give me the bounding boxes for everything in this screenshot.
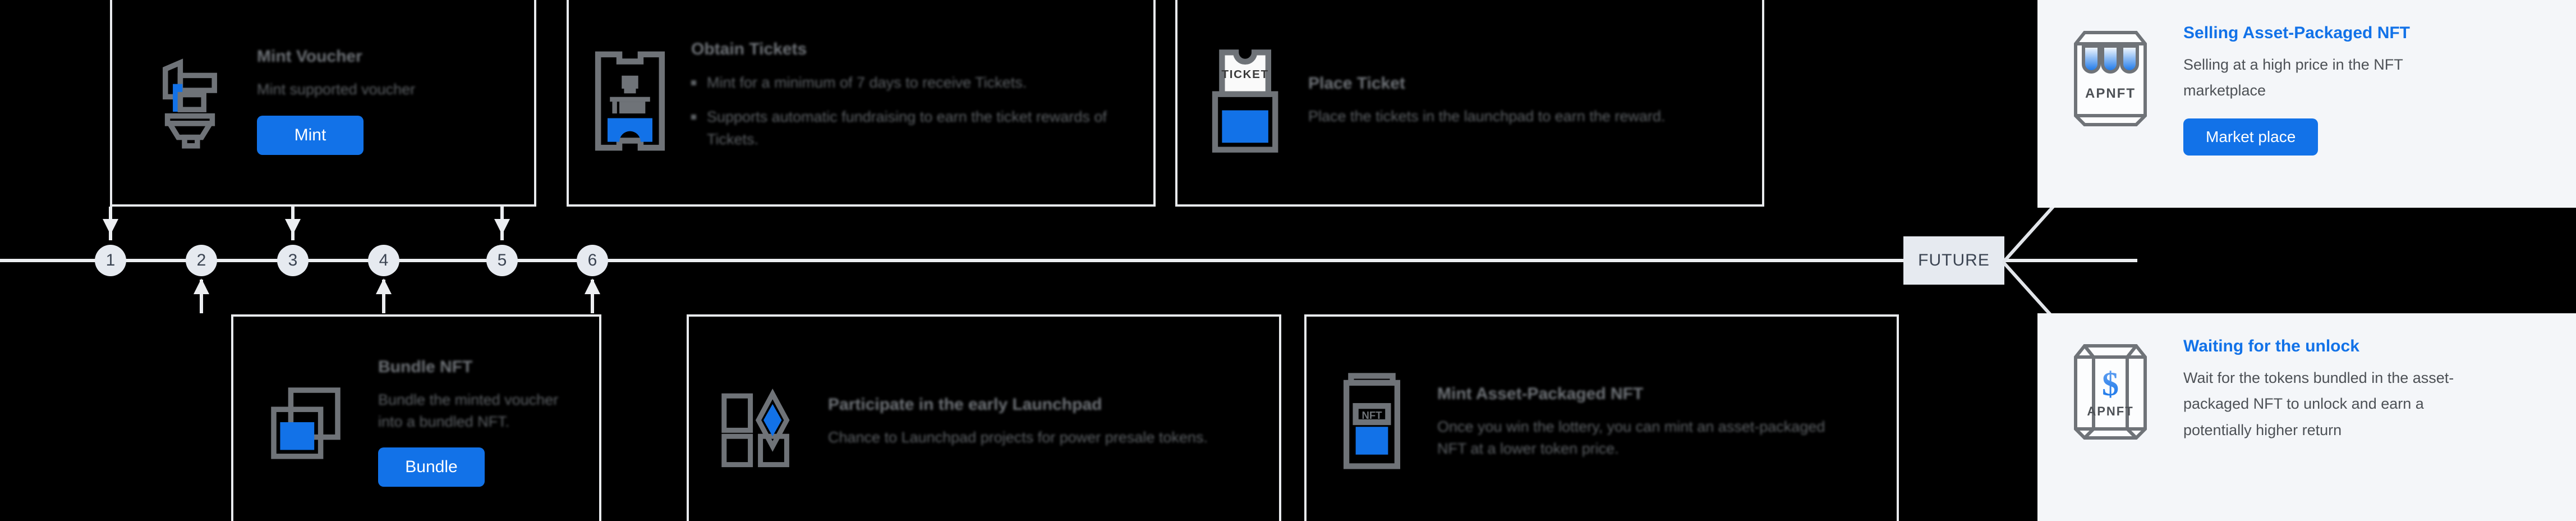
apnft-dollar-box-icon: $ APNFT bbox=[2060, 332, 2161, 445]
timeline-node-label: 4 bbox=[379, 251, 389, 269]
svg-text:APNFT: APNFT bbox=[2085, 86, 2136, 101]
panel-waiting-unlock: $ APNFT Waiting for the unlock Wait for … bbox=[2037, 313, 2576, 521]
card-description: Once you win the lottery, you can mint a… bbox=[1437, 418, 1825, 457]
card-title: Obtain Tickets bbox=[691, 40, 807, 59]
timeline-node-label: 3 bbox=[288, 251, 298, 269]
panel-description: Wait for the tokens bundled in the asset… bbox=[2183, 369, 2454, 438]
bundle-layers-icon bbox=[252, 369, 359, 476]
timeline-node-label: 2 bbox=[196, 251, 206, 269]
step-card-mint-apnft[interactable]: NFT Mint Asset-Packaged NFT Once you win… bbox=[1304, 314, 1899, 521]
card-title: Bundle NFT bbox=[378, 357, 473, 376]
stem-node-6 bbox=[591, 280, 594, 313]
roadmap-diagram: 1 2 3 4 5 6 FUTURE Mint Voucher Mint sup bbox=[0, 0, 2576, 521]
card-bullet-list: Mint for a minimum of 7 days to receive … bbox=[691, 71, 1134, 162]
card-title: Mint Voucher bbox=[257, 47, 362, 66]
panel-selling-apnft: APNFT Selling Asset-Packaged NFT Selling… bbox=[2037, 0, 2576, 208]
panel-body: Selling Asset-Packaged NFT Selling at a … bbox=[2183, 19, 2481, 156]
ticket-stub-icon: TICKET bbox=[1197, 45, 1289, 157]
card-body: Participate in the early Launchpad Chanc… bbox=[828, 395, 1208, 449]
card-body: Obtain Tickets Mint for a minimum of 7 d… bbox=[691, 40, 1134, 162]
card-bullet-item: Supports automatic fundraising to earn t… bbox=[691, 106, 1134, 151]
card-description: Bundle the minted voucher into a bundled… bbox=[378, 391, 559, 430]
timeline-node-5[interactable]: 5 bbox=[486, 245, 518, 276]
future-chip-label: FUTURE bbox=[1918, 251, 1990, 269]
svg-text:$: $ bbox=[2102, 365, 2119, 403]
card-title: Place Ticket bbox=[1308, 74, 1405, 93]
market-place-button[interactable]: Market place bbox=[2183, 118, 2319, 156]
mint-apnft-icon: NFT bbox=[1326, 366, 1418, 478]
step-card-mint-voucher[interactable]: Mint Voucher Mint supported voucher Mint bbox=[110, 0, 536, 207]
stem-node-5 bbox=[500, 207, 504, 240]
timeline-node-label: 1 bbox=[105, 251, 116, 269]
apnft-open-box-icon: APNFT bbox=[2060, 19, 2161, 131]
mint-hammer-icon bbox=[131, 48, 238, 154]
timeline-node-4[interactable]: 4 bbox=[368, 245, 399, 276]
svg-text:APNFT: APNFT bbox=[2087, 404, 2133, 418]
stem-node-1 bbox=[109, 207, 112, 240]
card-body: Bundle NFT Bundle the minted voucher int… bbox=[378, 358, 580, 487]
timeline-axis bbox=[0, 259, 2137, 262]
timeline-node-3[interactable]: 3 bbox=[277, 245, 309, 276]
step-card-early-launchpad[interactable]: Participate in the early Launchpad Chanc… bbox=[687, 314, 1281, 521]
future-chip[interactable]: FUTURE bbox=[1903, 236, 2004, 285]
card-description: Chance to Launchpad projects for power p… bbox=[828, 429, 1208, 446]
card-body: Mint Asset-Packaged NFT Once you win the… bbox=[1437, 385, 1830, 460]
panel-body: Waiting for the unlock Wait for the toke… bbox=[2183, 332, 2481, 443]
svg-text:TICKET: TICKET bbox=[1221, 68, 1268, 81]
card-description: Mint supported voucher bbox=[257, 81, 416, 98]
card-description: Place the tickets in the launchpad to ea… bbox=[1308, 108, 1666, 125]
timeline-node-label: 5 bbox=[497, 251, 507, 269]
timeline-node-2[interactable]: 2 bbox=[186, 245, 217, 276]
svg-text:NFT: NFT bbox=[1361, 409, 1382, 421]
panel-title: Selling Asset-Packaged NFT bbox=[2183, 24, 2411, 42]
stem-node-2 bbox=[200, 280, 203, 313]
voucher-ticket-icon bbox=[588, 45, 672, 157]
step-card-obtain-tickets[interactable]: Obtain Tickets Mint for a minimum of 7 d… bbox=[567, 0, 1156, 207]
launchpad-grid-icon bbox=[708, 372, 809, 473]
step-card-place-ticket[interactable]: TICKET Place Ticket Place the tickets in… bbox=[1175, 0, 1764, 207]
stem-node-4 bbox=[382, 280, 385, 313]
card-body: Mint Voucher Mint supported voucher Mint bbox=[257, 47, 416, 155]
timeline-node-6[interactable]: 6 bbox=[577, 245, 608, 276]
step-card-bundle-nft[interactable]: Bundle NFT Bundle the minted voucher int… bbox=[231, 314, 601, 521]
card-body: Place Ticket Place the tickets in the la… bbox=[1308, 74, 1665, 127]
card-title: Participate in the early Launchpad bbox=[828, 395, 1102, 414]
bundle-button[interactable]: Bundle bbox=[378, 447, 485, 487]
panel-title: Waiting for the unlock bbox=[2183, 337, 2359, 355]
card-bullet-item: Mint for a minimum of 7 days to receive … bbox=[691, 71, 1134, 94]
panel-description: Selling at a high price in the NFT marke… bbox=[2183, 56, 2403, 99]
mint-button[interactable]: Mint bbox=[257, 115, 364, 155]
timeline-node-1[interactable]: 1 bbox=[95, 245, 126, 276]
timeline-node-label: 6 bbox=[587, 251, 597, 269]
card-title: Mint Asset-Packaged NFT bbox=[1437, 384, 1644, 403]
stem-node-3 bbox=[291, 207, 295, 240]
